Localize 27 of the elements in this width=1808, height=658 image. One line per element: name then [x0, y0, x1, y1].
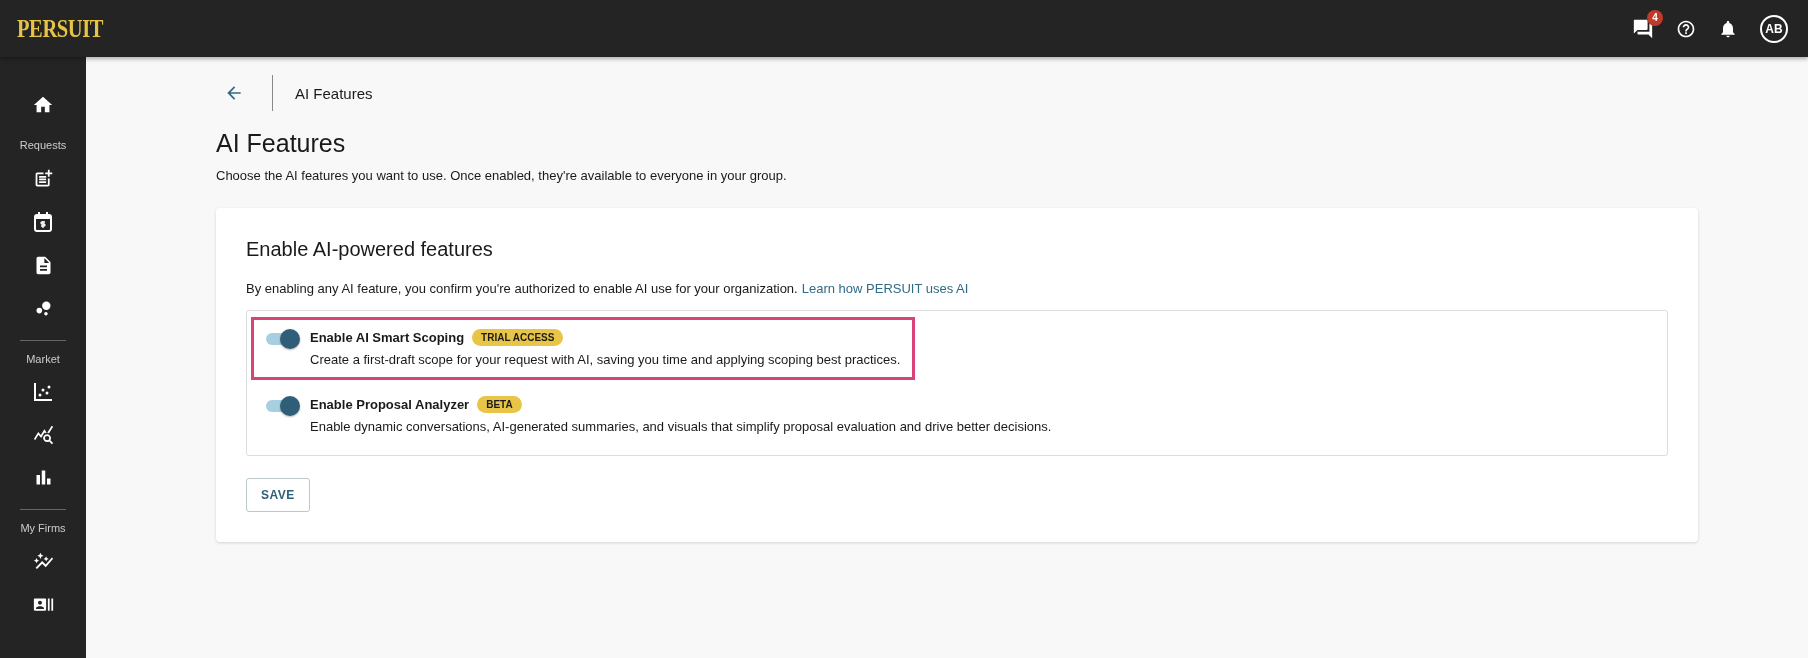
toggle-switch[interactable] — [266, 329, 300, 349]
page-subtitle: Choose the AI features you want to use. Once enabled, they're available to everyone in your group. — [216, 168, 788, 183]
status-badge: TRIAL ACCESS — [472, 329, 564, 346]
logo[interactable]: PERSUIT — [17, 14, 103, 43]
card-title: Enable AI-powered features — [246, 238, 494, 261]
option-description: Create a first-draft scope for your request with AI, saving you time and applying scoping best practices. — [310, 352, 901, 367]
toggle-switch[interactable] — [266, 396, 300, 416]
messages-icon[interactable] — [1632, 17, 1654, 40]
sidebar-section-label: Requests — [19, 139, 67, 151]
page-title: AI Features — [216, 129, 347, 158]
notification-count: 4 — [1647, 9, 1663, 26]
sidebar-section-label: My Firms — [20, 522, 66, 534]
scatter-plot-icon[interactable] — [33, 382, 53, 402]
chart-search-icon[interactable] — [32, 424, 54, 445]
consent-notice: By enabling any AI feature, you confirm you're authorized to enable AI use for your organization. Learn how PERSUIT uses AI — [246, 281, 970, 296]
option-label: Enable AI Smart Scoping — [310, 330, 465, 345]
status-badge: BETA — [477, 396, 522, 413]
learn-more-link[interactable]: Learn how PERSUIT uses AI — [801, 281, 969, 296]
calendar-dollar-icon[interactable] — [32, 211, 54, 233]
user-avatar[interactable]: AB — [1760, 14, 1788, 43]
breadcrumb-title: AI Features — [295, 84, 373, 102]
save-button[interactable]: SAVE — [246, 478, 310, 512]
bell-icon[interactable] — [1718, 18, 1738, 39]
option-label: Enable Proposal Analyzer — [310, 397, 470, 412]
sidebar-section-label: Market — [26, 353, 60, 365]
help-icon[interactable] — [1676, 18, 1696, 39]
option-description: Enable dynamic conversations, AI-generated summaries, and visuals that simplify proposal evaluation and drive better decisions. — [310, 419, 1052, 434]
